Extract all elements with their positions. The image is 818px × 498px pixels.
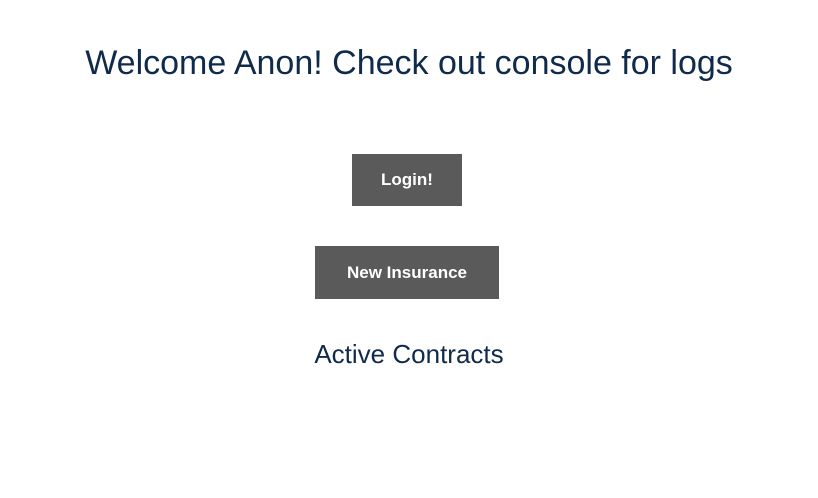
active-contracts-heading: Active Contracts: [314, 339, 504, 369]
page-title: Welcome Anon! Check out console for logs: [85, 44, 733, 82]
login-button[interactable]: Login!: [352, 154, 462, 206]
new-insurance-button[interactable]: New Insurance: [315, 246, 499, 299]
